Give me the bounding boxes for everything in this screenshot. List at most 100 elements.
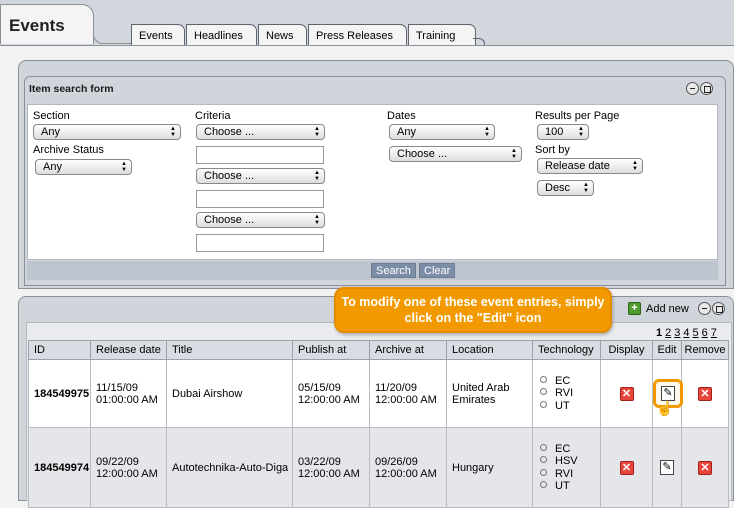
- criteria-select-2[interactable]: Choose ... ▲ ▼: [196, 168, 325, 184]
- technology-list: EC RVI UT: [538, 375, 600, 413]
- page-link-1[interactable]: 1: [656, 327, 662, 339]
- tab-press-releases[interactable]: Press Releases: [308, 24, 407, 46]
- dates-select-value: Any: [397, 126, 416, 138]
- remove-x-icon[interactable]: ✕: [698, 460, 712, 475]
- cell-location: United Arab Emirates: [446, 359, 533, 428]
- search-button[interactable]: Search: [371, 263, 416, 278]
- column-header-title[interactable]: Title: [166, 340, 293, 360]
- cell-edit: ✎: [652, 359, 683, 428]
- cell-id: 184549975: [28, 359, 91, 428]
- table-header-row: ID Release date Title Publish at Archive…: [28, 340, 729, 360]
- page-link-6[interactable]: 6: [702, 327, 708, 339]
- page-link-3[interactable]: 3: [674, 327, 680, 339]
- archive-time: 12:00:00 AM: [375, 393, 437, 406]
- cell-archive-at: 09/26/09 12:00:00 AM: [369, 427, 447, 508]
- select-arrows-icon: ▲ ▼: [484, 126, 490, 138]
- archive-status-select[interactable]: Any ▲ ▼: [35, 159, 132, 175]
- page-link-4[interactable]: 4: [683, 327, 689, 339]
- cell-archive-at: 11/20/09 12:00:00 AM: [369, 359, 447, 428]
- sort-by-select[interactable]: Release date ▲ ▼: [537, 158, 643, 174]
- edit-icon[interactable]: ✎: [660, 460, 674, 475]
- criteria-input-2[interactable]: [196, 190, 324, 208]
- tab-headlines[interactable]: Headlines: [186, 24, 257, 46]
- cell-title: Dubai Airshow: [166, 359, 293, 428]
- technology-list: EC HSV RVI UT: [538, 443, 600, 493]
- display-toggle-x-icon[interactable]: ✕: [619, 386, 634, 401]
- criteria-input-1[interactable]: [196, 146, 324, 164]
- criteria-select-3-value: Choose ...: [204, 214, 255, 226]
- column-header-location[interactable]: Location: [446, 340, 533, 360]
- page-link-2[interactable]: 2: [665, 327, 671, 339]
- release-time: 01:00:00 AM: [96, 393, 158, 406]
- column-header-technology[interactable]: Technology: [532, 340, 601, 360]
- page-link-5[interactable]: 5: [693, 327, 699, 339]
- sort-order-select[interactable]: Desc ▲ ▼: [537, 180, 594, 196]
- section-label: Section: [33, 110, 70, 122]
- column-header-id[interactable]: ID: [28, 340, 91, 360]
- sort-by-value: Release date: [545, 160, 610, 172]
- cell-title: Autotechnika-Auto-Diga: [166, 427, 293, 508]
- column-header-remove[interactable]: Remove: [681, 340, 729, 360]
- search-form-title: Item search form: [29, 83, 114, 95]
- column-header-display[interactable]: Display: [600, 340, 653, 360]
- criteria-select-2-value: Choose ...: [204, 170, 255, 182]
- technology-item: RVI: [538, 468, 600, 481]
- results-per-page-value: 100: [545, 126, 564, 138]
- archive-status-value: Any: [43, 161, 62, 173]
- criteria-select-3[interactable]: Choose ... ▲ ▼: [196, 212, 325, 228]
- column-header-publish-at[interactable]: Publish at: [292, 340, 370, 360]
- cell-remove: ✕: [681, 427, 729, 508]
- tab-baseline: [0, 45, 734, 46]
- results-per-page-label: Results per Page: [535, 110, 620, 122]
- tab-curve: [93, 18, 133, 44]
- add-new-button[interactable]: + Add new: [628, 302, 689, 315]
- release-date: 09/22/09: [96, 455, 139, 468]
- technology-item: EC: [538, 375, 600, 388]
- cell-technology: EC RVI UT: [532, 359, 601, 428]
- technology-item: EC: [538, 443, 600, 456]
- dates-select[interactable]: Any ▲ ▼: [389, 124, 495, 140]
- technology-item: RVI: [538, 387, 600, 400]
- select-arrows-icon: ▲ ▼: [583, 182, 589, 194]
- archive-date: 09/26/09: [375, 455, 418, 468]
- tab-training[interactable]: Training: [408, 24, 476, 46]
- dates-range-select[interactable]: Choose ... ▲ ▼: [389, 146, 522, 162]
- collapse-icon[interactable]: [698, 302, 711, 315]
- cell-id: 184549974: [28, 427, 91, 508]
- select-arrows-icon: ▲ ▼: [314, 170, 320, 182]
- tab-events[interactable]: Events: [131, 24, 185, 46]
- results-per-page-select[interactable]: 100 ▲ ▼: [537, 124, 589, 140]
- select-arrows-icon: ▲ ▼: [511, 148, 517, 160]
- clear-button[interactable]: Clear: [419, 263, 456, 278]
- select-arrows-icon: ▲ ▼: [632, 160, 638, 172]
- display-toggle-x-icon[interactable]: ✕: [619, 460, 634, 475]
- edit-hint-tooltip: To modify one of these event entries, si…: [334, 287, 612, 333]
- criteria-input-3[interactable]: [196, 234, 324, 252]
- page-link-7[interactable]: 7: [711, 327, 717, 339]
- table-row: 184549975 11/15/09 01:00:00 AM Dubai Air…: [28, 359, 729, 428]
- tab-news[interactable]: News: [258, 24, 307, 46]
- cell-location: Hungary: [446, 427, 533, 508]
- sub-tabs: Events Headlines News Press Releases Tra…: [131, 24, 477, 46]
- column-header-edit[interactable]: Edit: [652, 340, 682, 360]
- add-icon: +: [628, 302, 641, 315]
- select-arrows-icon: ▲ ▼: [170, 126, 176, 138]
- collapse-icon[interactable]: [686, 82, 699, 95]
- column-header-archive-at[interactable]: Archive at: [369, 340, 447, 360]
- expand-icon[interactable]: [700, 82, 713, 95]
- technology-item: UT: [538, 480, 600, 493]
- expand-icon[interactable]: [712, 302, 725, 315]
- release-time: 12:00:00 AM: [96, 467, 158, 480]
- remove-x-icon[interactable]: ✕: [698, 386, 712, 401]
- criteria-select-1[interactable]: Choose ... ▲ ▼: [196, 124, 325, 140]
- edit-icon[interactable]: ✎: [661, 386, 675, 401]
- select-arrows-icon: ▲ ▼: [578, 126, 584, 138]
- dates-range-value: Choose ...: [397, 148, 448, 160]
- section-select[interactable]: Any ▲ ▼: [33, 124, 181, 140]
- publish-time: 12:00:00 AM: [298, 393, 360, 406]
- criteria-select-1-value: Choose ...: [204, 126, 255, 138]
- cell-edit: ✎: [652, 427, 682, 508]
- cell-display: ✕: [600, 427, 653, 508]
- sort-order-value: Desc: [545, 182, 571, 194]
- column-header-release-date[interactable]: Release date: [90, 340, 167, 360]
